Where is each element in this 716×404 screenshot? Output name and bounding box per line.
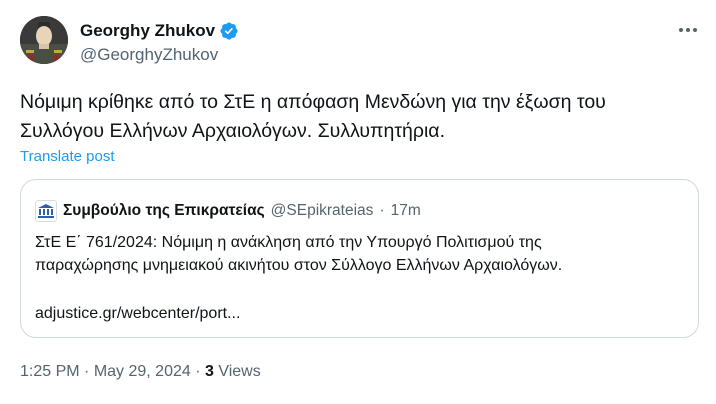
court-building-icon: [38, 204, 54, 218]
verified-badge-icon: [220, 22, 238, 40]
tweet-text-line: Συλλόγου Ελλήνων Αρχαιολόγων. Συλλυπητήρ…: [20, 120, 445, 142]
author-name-text: Georghy Zhukov: [80, 21, 216, 40]
author-handle[interactable]: @GeorghyZhukov: [80, 44, 218, 66]
author-avatar[interactable]: [20, 16, 68, 64]
quoted-tweet-header: Συμβούλιο της Επικρατείας @SEpikrateias …: [35, 200, 421, 222]
views-label: Views: [213, 363, 261, 380]
quoted-tweet[interactable]: Συμβούλιο της Επικρατείας @SEpikrateias …: [20, 179, 699, 338]
author-name[interactable]: Georghy Zhukov: [80, 20, 239, 42]
post-date[interactable]: May 29, 2024: [94, 363, 191, 380]
tweet-card: Georghy Zhukov @GeorghyZhukov Νόμιμη κρί…: [0, 0, 716, 404]
quoted-tweet-text: ΣτΕ Ε΄ 761/2024: Νόμιμη η ανάκληση από τ…: [35, 231, 675, 277]
portrait-avatar-icon: [20, 16, 68, 64]
quoted-timestamp[interactable]: 17m: [391, 201, 421, 221]
tweet-text: Νόμιμη κρίθηκε από το ΣτΕ η απόφαση Μενδ…: [20, 88, 700, 146]
more-options-button[interactable]: [672, 18, 704, 42]
quoted-text-line: παραχώρησης μνημειακού ακινήτου στον Σύλ…: [35, 257, 563, 274]
views-count: 3: [204, 363, 214, 380]
quoted-text-line: ΣτΕ Ε΄ 761/2024: Νόμιμη η ανάκληση από τ…: [35, 234, 542, 251]
tweet-text-line: Νόμιμη κρίθηκε από το ΣτΕ η απόφαση Μενδ…: [20, 91, 606, 113]
quoted-link[interactable]: adjustice.gr/webcenter/port...: [35, 302, 240, 325]
meta-separator: ·: [190, 363, 205, 380]
more-dots-icon: [679, 28, 697, 32]
post-time[interactable]: 1:25 PM: [20, 363, 80, 380]
meta-separator: ·: [79, 363, 94, 380]
tweet-meta: 1:25 PM · May 29, 2024 · 3 Views: [20, 361, 261, 383]
quoted-author-handle[interactable]: @SEpikrateias: [271, 201, 374, 221]
quoted-author-name[interactable]: Συμβούλιο της Επικρατείας: [63, 201, 265, 221]
separator-dot: ·: [379, 202, 385, 219]
translate-post-link[interactable]: Translate post: [20, 147, 115, 167]
quoted-author-avatar[interactable]: [35, 200, 57, 222]
